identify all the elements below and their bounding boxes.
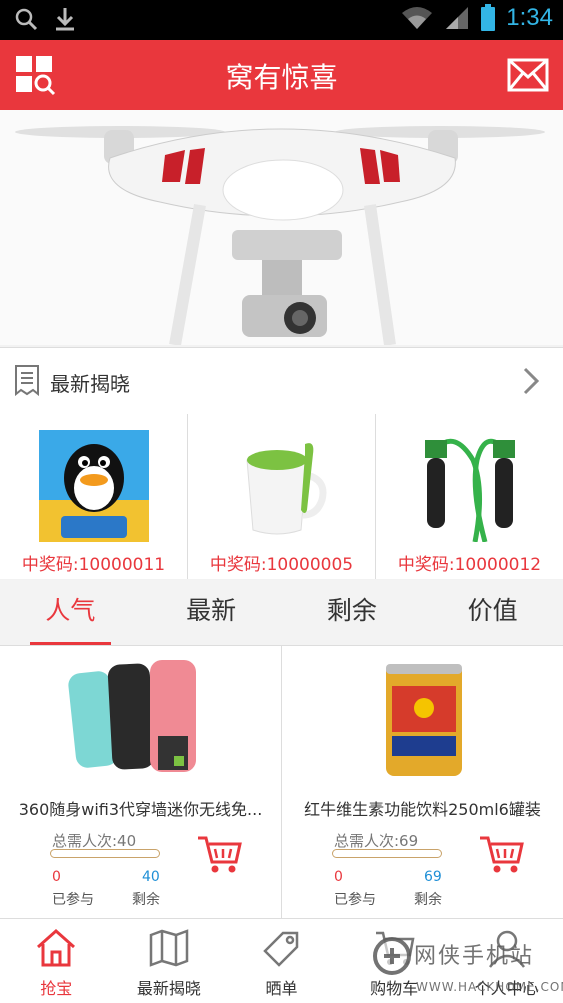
sort-tabs: 人气 最新 剩余 价值: [0, 580, 563, 646]
tab-newest[interactable]: 最新: [141, 580, 282, 645]
joined-label: 已参与: [334, 892, 376, 908]
nav-label: 个人中心: [474, 979, 539, 998]
download-icon: [56, 8, 74, 31]
nav-item-showcase[interactable]: 晒单: [225, 919, 338, 1003]
drone-image: [0, 110, 563, 345]
wifi-icon: [402, 7, 433, 29]
product-name: 360随身wifi3代穿墙迷你无线免...: [18, 800, 263, 819]
winner-item[interactable]: 中奖码:10000011: [0, 414, 188, 579]
app-header: 窝有惊喜: [0, 40, 563, 110]
user-icon: [488, 930, 525, 968]
nav-item-home[interactable]: 抢宝: [0, 919, 113, 1003]
winners-row: 中奖码:10000011 中奖码:10000005 中奖码:10000012: [0, 414, 563, 579]
product-name: 红牛维生素功能饮料250ml6罐装: [304, 800, 541, 819]
nav-label: 最新揭晓: [136, 979, 201, 998]
nav-label: 晒单: [265, 979, 298, 998]
progress-bar: [50, 849, 160, 858]
remaining-count: 40: [142, 869, 160, 885]
red-bull-image: [347, 656, 498, 786]
bottom-nav: 抢宝 最新揭晓 晒单 购物车 个人中心: [0, 918, 563, 1003]
winning-code: 中奖码:10000011: [21, 555, 166, 575]
search-icon: [15, 8, 38, 31]
page-title: 窝有惊喜: [225, 61, 338, 94]
clock: 1:34: [506, 4, 553, 31]
nav-item-profile[interactable]: 个人中心: [450, 919, 563, 1003]
signal-icon: [446, 7, 469, 29]
latest-reveal-label: 最新揭晓: [50, 372, 130, 396]
usb-wifi-image: [65, 656, 216, 786]
latest-reveal-bar[interactable]: 最新揭晓: [0, 347, 563, 415]
tab-remaining[interactable]: 剩余: [282, 580, 423, 645]
document-icon: [15, 365, 39, 396]
remaining-label: 剩余: [132, 892, 160, 908]
tag-icon: [263, 931, 299, 967]
joined-count: 0: [52, 869, 61, 885]
home-icon: [37, 928, 76, 967]
total-needed: 总需人次:69: [334, 832, 419, 850]
winner-item[interactable]: 中奖码:10000005: [188, 414, 376, 579]
nav-label: 抢宝: [40, 979, 73, 998]
chevron-right-icon: [523, 367, 540, 395]
joined-count: 0: [334, 869, 343, 885]
nav-label: 购物车: [370, 979, 419, 998]
tab-popularity[interactable]: 人气: [0, 580, 141, 645]
winning-code: 中奖码:10000012: [397, 555, 542, 575]
joined-label: 已参与: [52, 892, 94, 908]
nav-item-latest[interactable]: 最新揭晓: [113, 919, 226, 1003]
mail-icon[interactable]: [507, 58, 549, 92]
nav-item-cart[interactable]: 购物车: [338, 919, 451, 1003]
add-to-cart-icon[interactable]: [196, 834, 242, 874]
qq-coin-image: [38, 430, 149, 542]
promo-banner[interactable]: [0, 110, 563, 345]
progress-bar: [332, 849, 442, 858]
battery-icon: [481, 4, 496, 31]
remaining-label: 剩余: [414, 892, 442, 908]
map-icon: [149, 929, 189, 967]
mug-image: [226, 430, 337, 542]
tab-value[interactable]: 价值: [422, 580, 563, 645]
jump-rope-image: [414, 430, 525, 542]
product-card[interactable]: 红牛维生素功能饮料250ml6罐装 总需人次:69 0 69 已参与 剩余: [282, 646, 563, 918]
winning-code: 中奖码:10000005: [209, 555, 354, 575]
status-bar: 1:34: [0, 0, 563, 40]
product-grid: 360随身wifi3代穿墙迷你无线免... 总需人次:40 0 40 已参与 剩…: [0, 646, 563, 918]
cart-icon: [376, 931, 415, 965]
add-to-cart-icon[interactable]: [478, 834, 524, 874]
winner-item[interactable]: 中奖码:10000012: [376, 414, 563, 579]
remaining-count: 69: [424, 869, 442, 885]
total-needed: 总需人次:40: [52, 832, 137, 850]
product-card[interactable]: 360随身wifi3代穿墙迷你无线免... 总需人次:40 0 40 已参与 剩…: [0, 646, 282, 918]
